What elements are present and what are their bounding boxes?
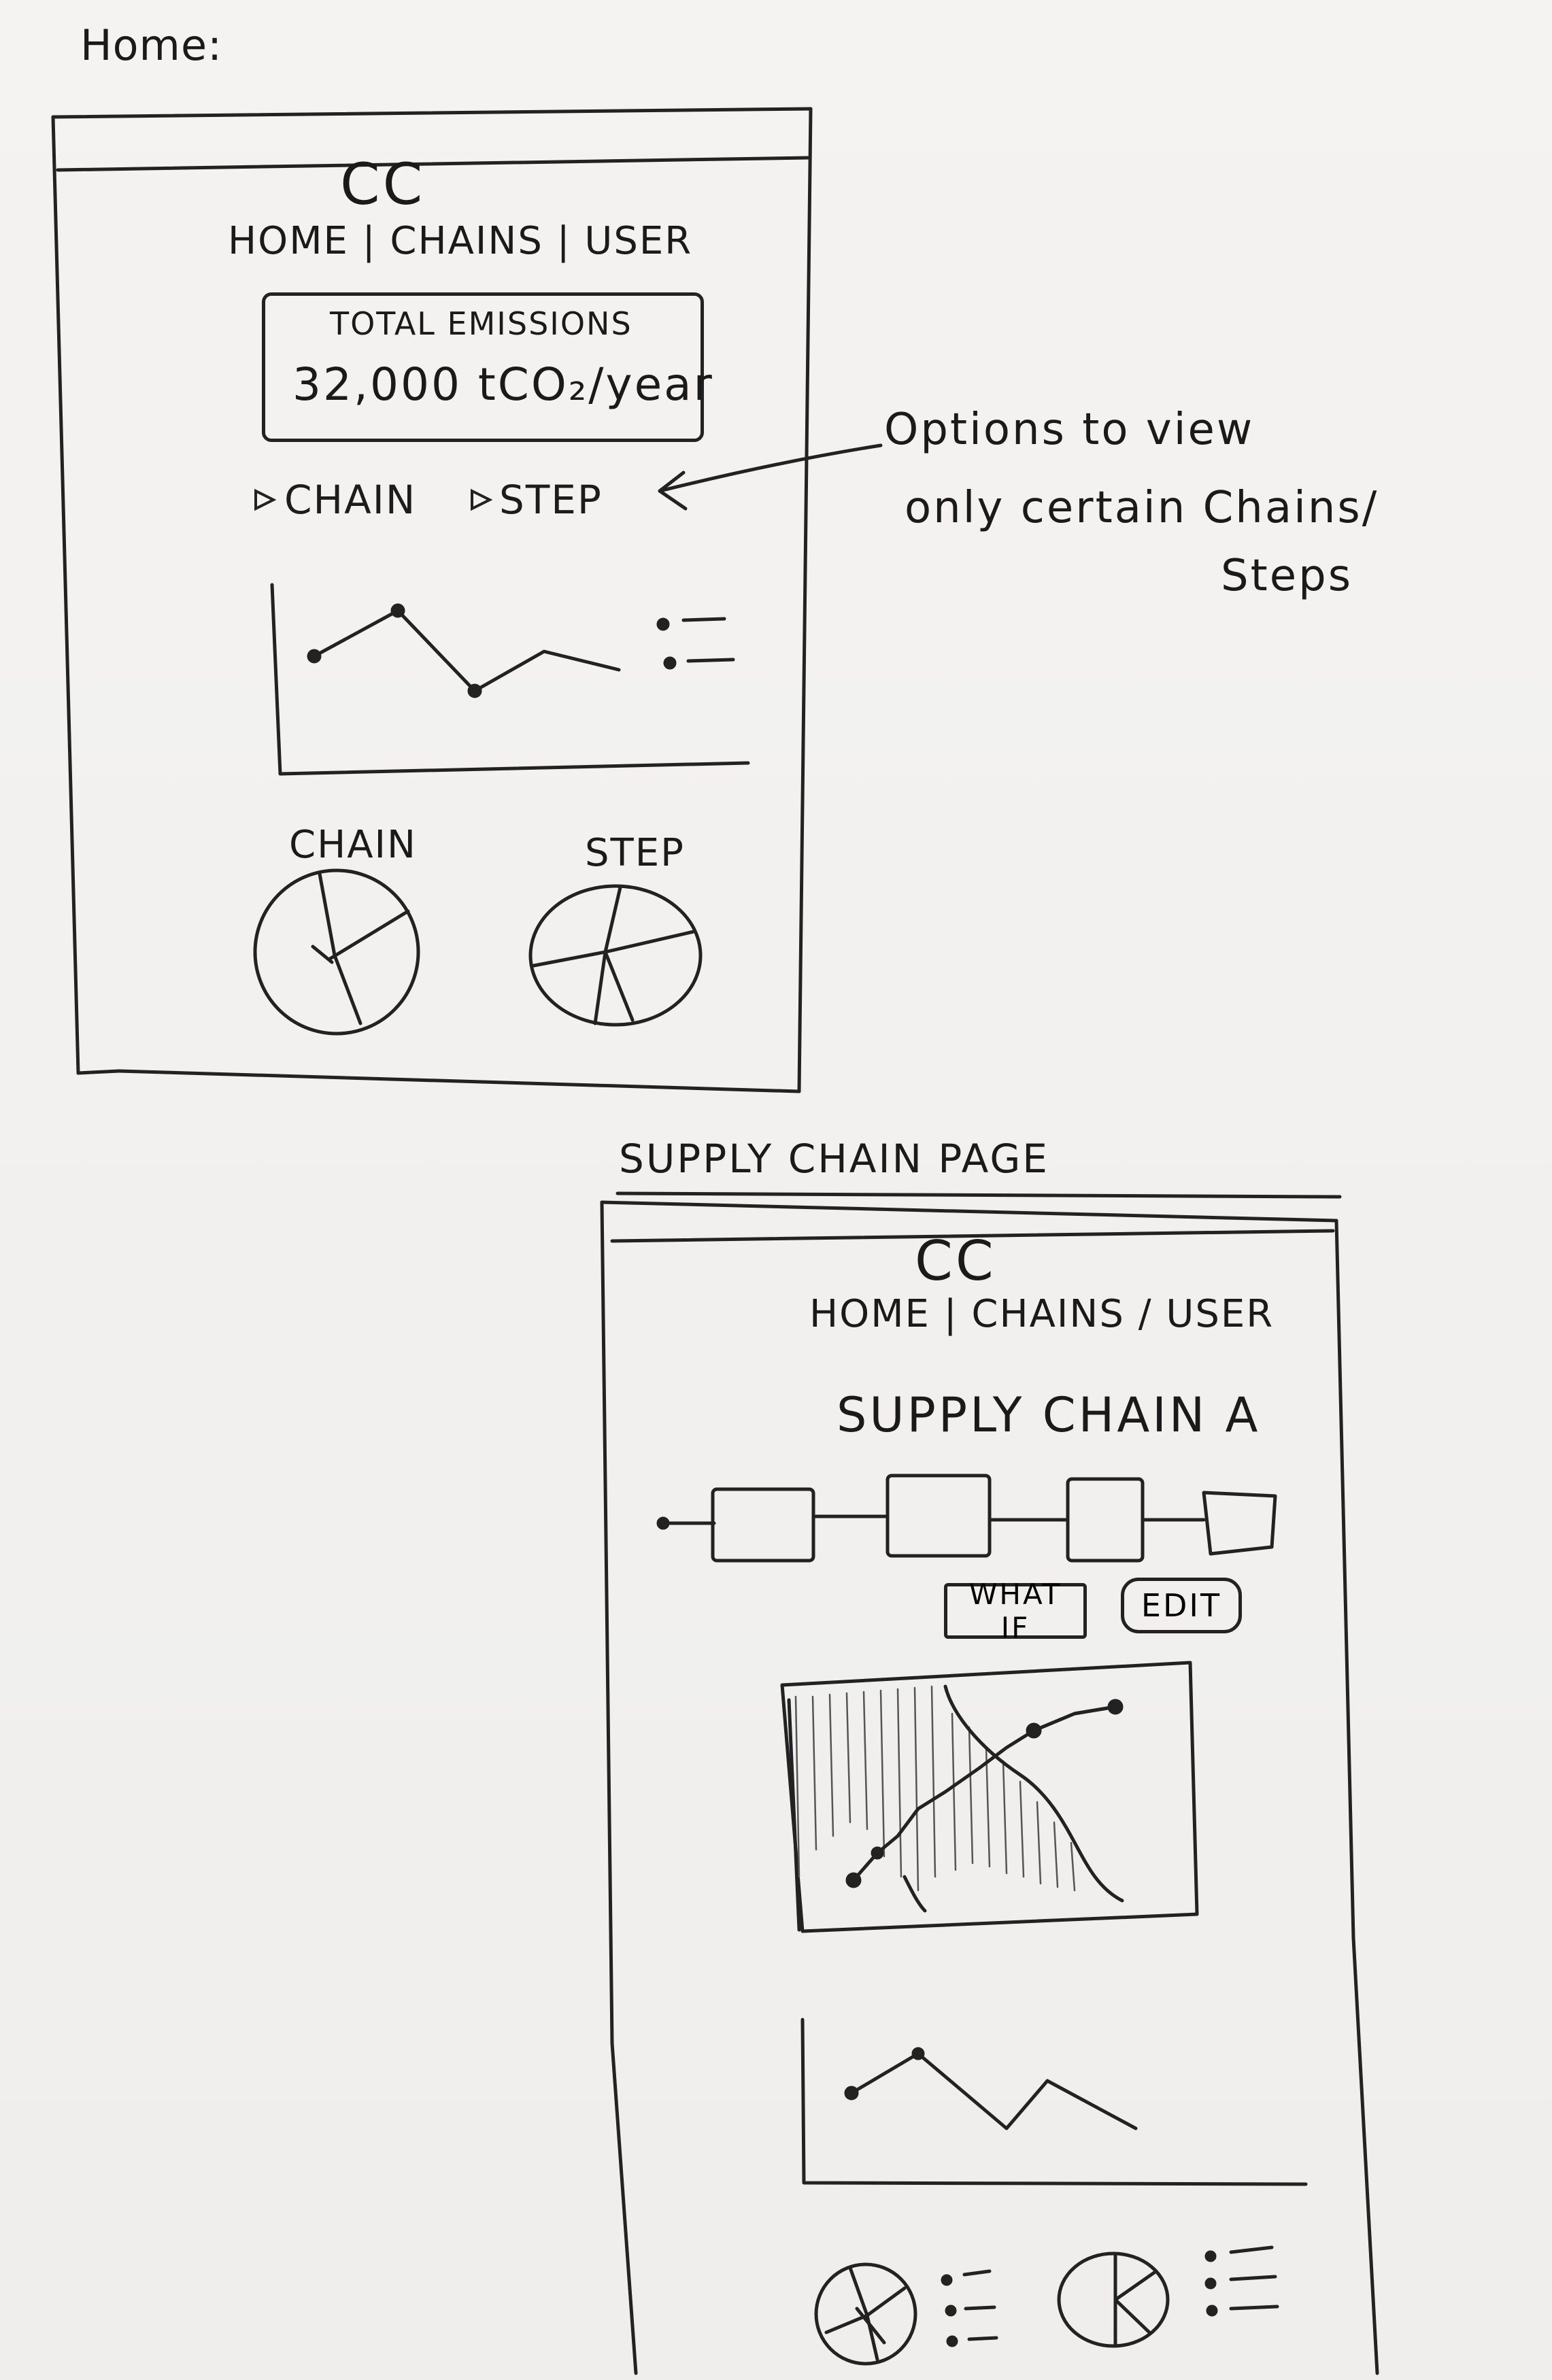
supply-chain-pie-chart [814,2262,917,2366]
supply-pie-legend-2 [1204,2245,1279,2317]
supply-pie-legend-1 [941,2269,998,2347]
supply-pie-charts [814,2245,1279,2366]
supply-step-pie-chart [1057,2251,1170,2348]
